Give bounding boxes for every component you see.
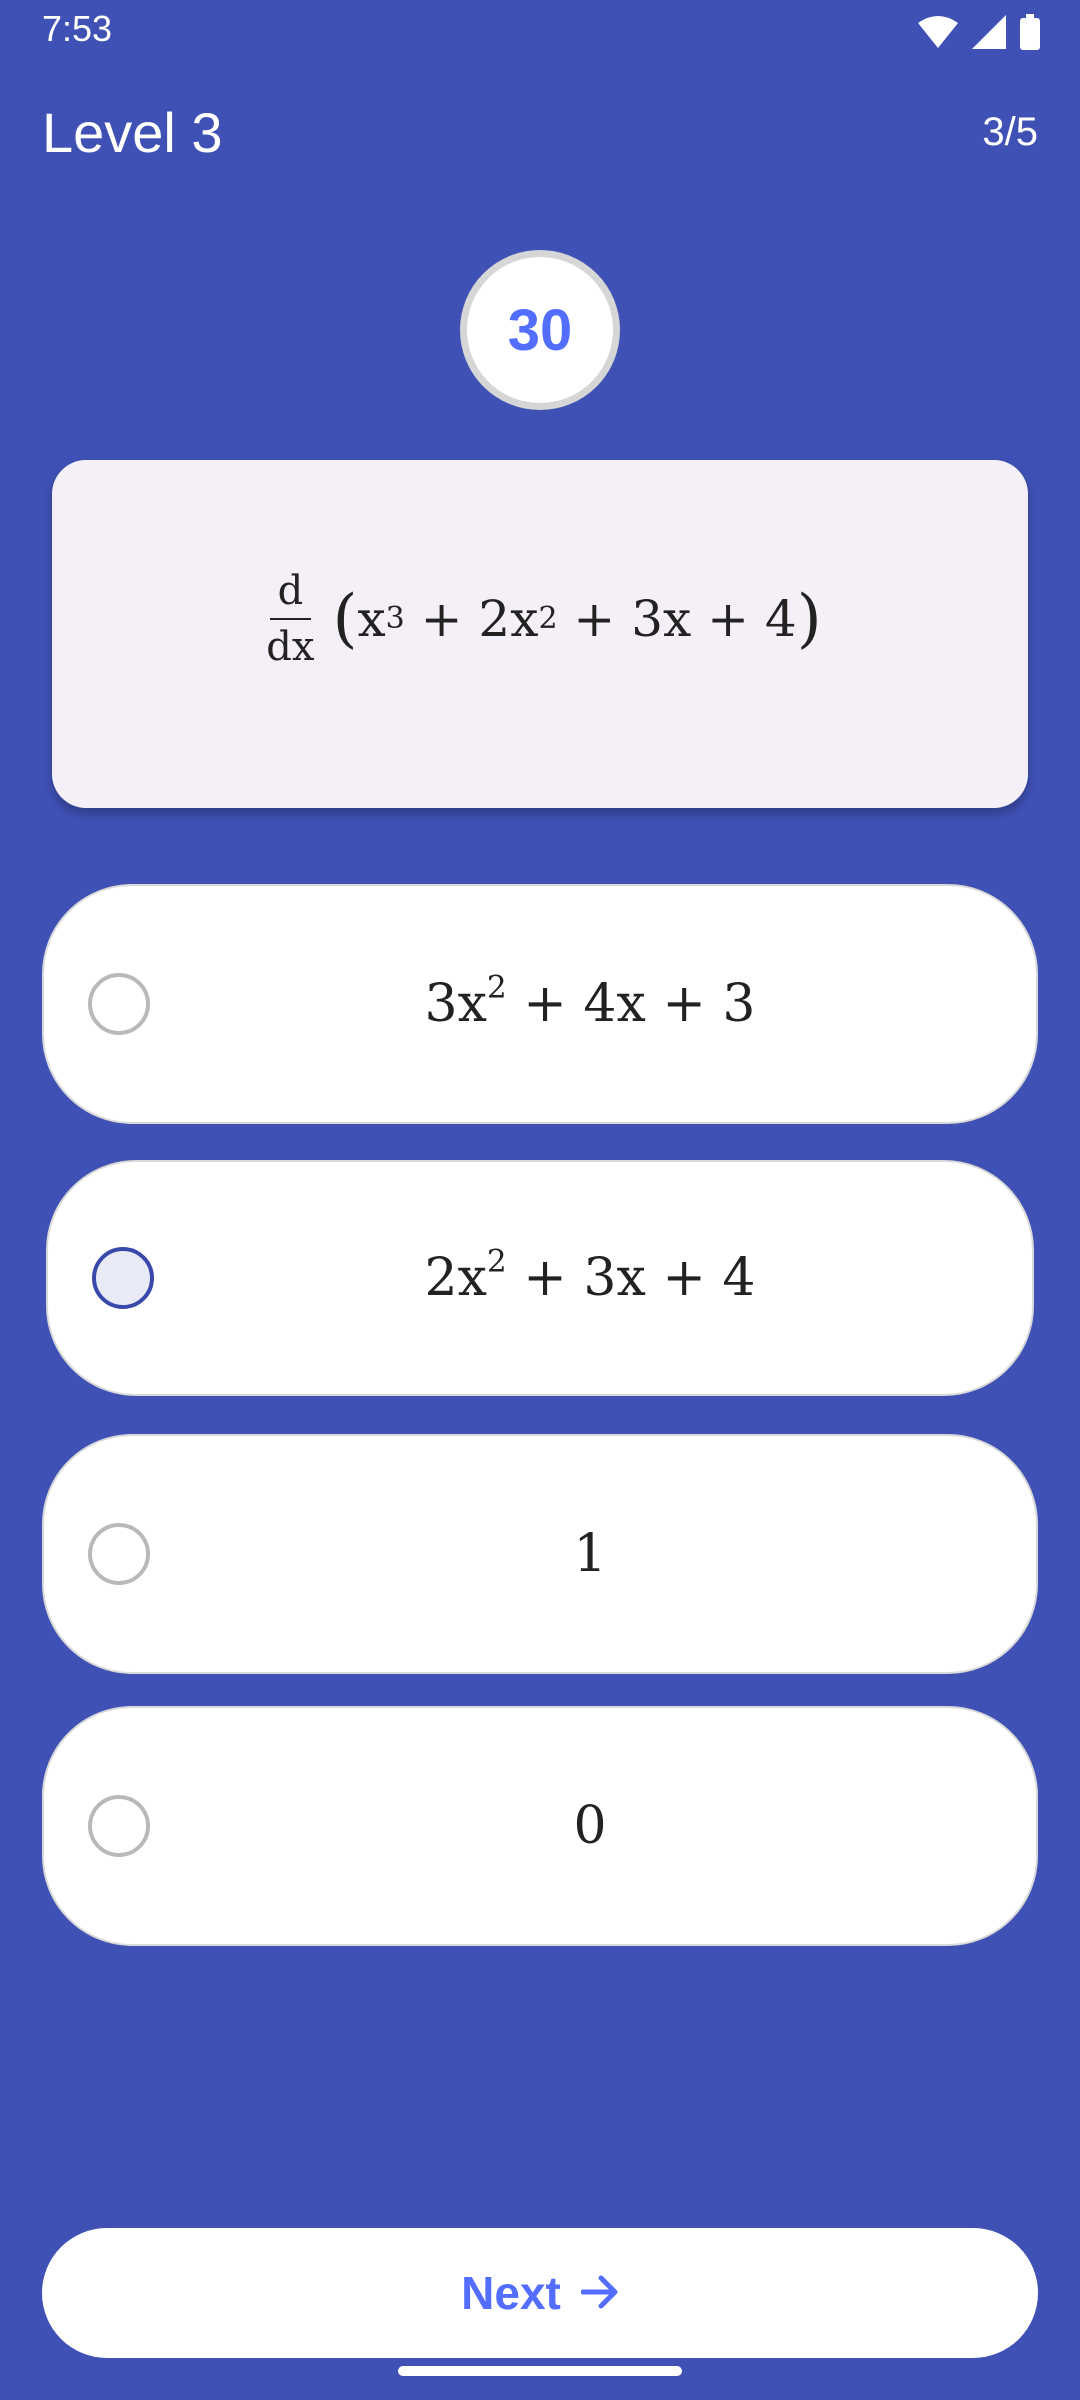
level-title: Level 3 <box>42 101 223 164</box>
option-text: 3x2 + 4x + 3 <box>44 972 1036 1034</box>
question-expression: d dx ( x3 + 2x 2 + 3x + 4 ) <box>258 568 821 670</box>
expr-term: + 2x <box>404 590 539 648</box>
option-term: + 3x + 4 <box>506 1248 756 1308</box>
option-exponent: 2 <box>486 1243 507 1280</box>
expr-term: x <box>357 590 386 648</box>
question-card: d dx ( x3 + 2x 2 + 3x + 4 ) <box>52 460 1028 808</box>
option-text: 0 <box>573 1796 607 1856</box>
gesture-nav-handle[interactable] <box>398 2366 682 2376</box>
next-label: Next <box>461 2267 561 2319</box>
top-bar: Level 3 3/5 <box>0 100 1080 180</box>
answer-option-4[interactable]: 0 <box>42 1706 1038 1946</box>
answer-option-1[interactable]: 3x2 + 4x + 3 <box>42 884 1038 1124</box>
option-text: 2x2 + 3x + 4 <box>48 1246 1032 1308</box>
signal-icon <box>972 15 1006 49</box>
expr-term: + 3x + 4 <box>557 590 797 648</box>
option-term: + 4x + 3 <box>506 974 756 1034</box>
fraction-numerator: d <box>269 568 312 620</box>
answer-option-3[interactable]: 1 <box>42 1434 1038 1674</box>
open-paren: ( <box>332 582 358 656</box>
option-exponent: 2 <box>486 969 507 1006</box>
answer-option-2[interactable]: 2x2 + 3x + 4 <box>46 1160 1034 1396</box>
next-button[interactable]: Next <box>42 2228 1038 2358</box>
fraction-denominator: dx <box>266 624 315 670</box>
wifi-icon <box>918 15 958 49</box>
question-progress: 3/5 <box>982 110 1038 154</box>
option-term: 3x <box>424 974 487 1034</box>
option-text: 1 <box>573 1524 607 1584</box>
timer-value: 30 <box>507 297 573 363</box>
battery-icon <box>1020 14 1040 50</box>
countdown-timer: 30 <box>460 250 620 410</box>
status-icons <box>918 12 1040 52</box>
option-term: 2x <box>424 1248 487 1308</box>
status-time: 7:53 <box>42 8 113 49</box>
derivative-operator: d dx <box>258 568 322 670</box>
arrow-right-icon <box>580 2266 619 2320</box>
close-paren: ) <box>796 582 822 656</box>
status-bar: 7:53 <box>0 0 1080 60</box>
